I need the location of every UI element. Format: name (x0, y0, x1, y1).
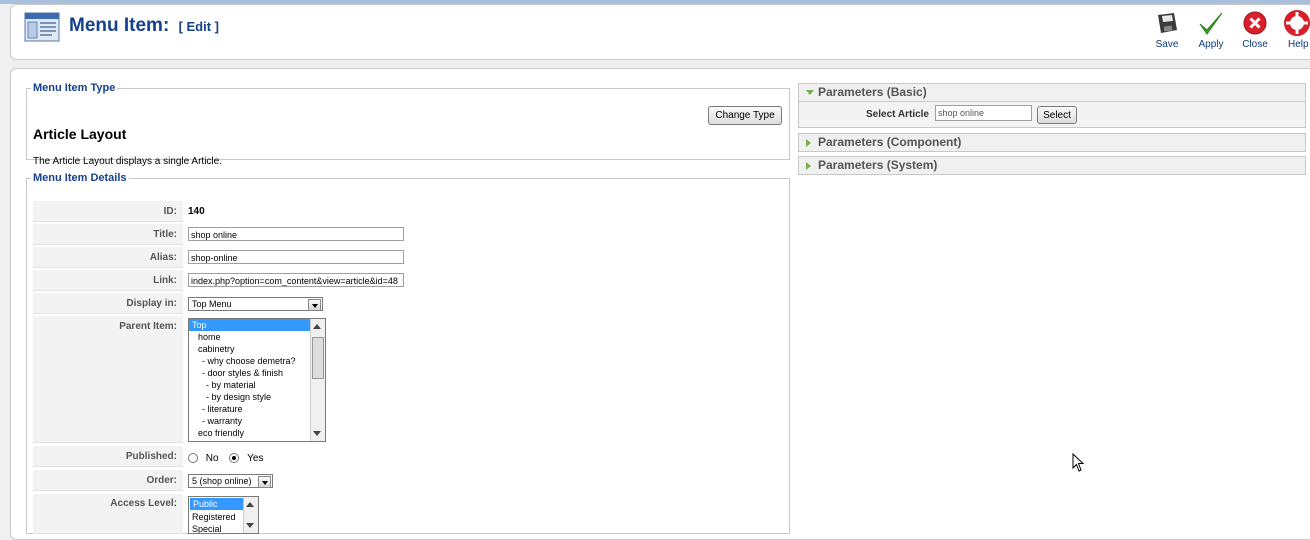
parameters-basic-toggle[interactable]: Parameters (Basic) (798, 83, 1306, 102)
access-level-label: Access Level: (33, 494, 183, 534)
list-item[interactable]: Public (190, 498, 243, 510)
id-row: ID: 140 (33, 201, 783, 222)
close-label: Close (1242, 39, 1268, 50)
id-label: ID: (33, 201, 183, 222)
dropdown-arrow-icon[interactable] (308, 299, 321, 311)
list-item[interactable]: Top (189, 319, 325, 331)
scroll-down-icon[interactable] (313, 431, 321, 436)
parent-list-scrollbar[interactable] (310, 319, 325, 441)
order-row: Order: 5 (shop online) (33, 470, 783, 491)
list-item[interactable]: cabinetry (189, 343, 325, 355)
help-button[interactable]: Help (1276, 10, 1310, 54)
access-level-row: Access Level: Public Registered Special (33, 494, 783, 534)
parameters-basic-body: Select Article shop online Select (798, 102, 1306, 128)
parameters-component-toggle[interactable]: Parameters (Component) (798, 133, 1306, 152)
list-item[interactable]: home (189, 331, 325, 343)
menu-manager-icon (24, 12, 60, 42)
menu-type-name: Article Layout (33, 126, 127, 142)
select-article-button[interactable]: Select (1037, 106, 1077, 124)
order-select[interactable]: 5 (shop online) (188, 474, 273, 488)
list-item[interactable]: - literature (189, 403, 325, 415)
collapsed-arrow-icon (806, 139, 811, 147)
lifebuoy-icon (1284, 10, 1310, 36)
list-item[interactable]: - by material (189, 379, 325, 391)
alias-input[interactable]: shop-online (188, 250, 404, 264)
dropdown-arrow-icon[interactable] (258, 476, 271, 488)
menu-item-type-fieldset: Menu Item Type Change Type Article Layou… (26, 82, 790, 167)
display-in-value: Top Menu (192, 299, 232, 309)
page-title: Menu Item: [ Edit ] (69, 15, 219, 37)
expanded-arrow-icon (806, 90, 814, 95)
published-no-label: No (205, 453, 219, 464)
list-item[interactable]: - why choose demetra? (189, 355, 325, 367)
menu-item-details-legend: Menu Item Details (33, 172, 127, 184)
published-no-radio[interactable] (188, 453, 198, 464)
menu-item-type-legend: Menu Item Type (33, 82, 116, 94)
parent-item-row: Parent Item: Top home cabinetry - why ch… (33, 316, 783, 443)
link-label: Link: (33, 270, 183, 291)
select-article-label: Select Article (866, 109, 929, 120)
page-subtitle: [ Edit ] (178, 19, 219, 34)
apply-button[interactable]: Apply (1189, 10, 1233, 54)
order-value: 5 (shop online) (192, 476, 252, 486)
display-in-select[interactable]: Top Menu (188, 297, 323, 311)
display-in-label: Display in: (33, 293, 183, 314)
published-label: Published: (33, 446, 183, 467)
help-label: Help (1288, 39, 1309, 50)
list-item[interactable]: - door styles & finish (189, 367, 325, 379)
parameters-basic-title: Parameters (Basic) (818, 85, 927, 99)
save-button[interactable]: Save (1145, 10, 1189, 54)
display-in-row: Display in: Top Menu (33, 293, 783, 314)
title-row: Title: shop online (33, 224, 783, 245)
collapsed-arrow-icon (806, 162, 811, 170)
save-label: Save (1155, 39, 1179, 50)
menu-type-description: The Article Layout displays a single Art… (33, 156, 222, 167)
select-article-input[interactable]: shop online (935, 105, 1032, 121)
published-yes-label: Yes (247, 453, 264, 464)
menu-item-details-fieldset: Menu Item Details ID: 140 Title: shop on… (26, 172, 790, 534)
save-icon (1158, 13, 1177, 33)
change-type-button[interactable]: Change Type (708, 106, 782, 125)
scroll-up-icon[interactable] (246, 502, 254, 507)
parameters-component-title: Parameters (Component) (818, 135, 962, 149)
alias-label: Alias: (33, 247, 183, 268)
alias-row: Alias: shop-online (33, 247, 783, 268)
id-value: 140 (188, 206, 205, 217)
scroll-up-icon[interactable] (313, 324, 321, 329)
scroll-down-icon[interactable] (246, 523, 254, 528)
parent-item-listbox[interactable]: Top home cabinetry - why choose demetra?… (188, 318, 326, 442)
page-title-text: Menu Item: (69, 15, 170, 36)
close-button[interactable]: Close (1233, 10, 1277, 54)
order-label: Order: (33, 470, 183, 491)
mouse-cursor-icon (1072, 453, 1085, 472)
access-level-listbox[interactable]: Public Registered Special (188, 496, 259, 534)
list-item[interactable]: - by design style (189, 391, 325, 403)
title-input[interactable]: shop online (188, 227, 404, 241)
access-list-scrollbar[interactable] (243, 497, 258, 533)
apply-label: Apply (1198, 39, 1224, 50)
title-label: Title: (33, 224, 183, 245)
scroll-thumb[interactable] (312, 337, 324, 379)
parameters-system-title: Parameters (System) (818, 158, 938, 172)
link-row: Link: index.php?option=com_content&view=… (33, 270, 783, 291)
published-yes-radio[interactable] (229, 453, 240, 464)
checkmark-icon (1199, 12, 1223, 35)
parameters-system-toggle[interactable]: Parameters (System) (798, 156, 1306, 175)
link-input[interactable]: index.php?option=com_content&view=articl… (188, 273, 404, 287)
parent-item-label: Parent Item: (33, 316, 183, 443)
close-icon (1243, 11, 1267, 35)
list-item[interactable]: eco friendly (189, 427, 325, 439)
list-item[interactable]: - warranty (189, 415, 325, 427)
published-row: Published: No Yes (33, 446, 783, 467)
